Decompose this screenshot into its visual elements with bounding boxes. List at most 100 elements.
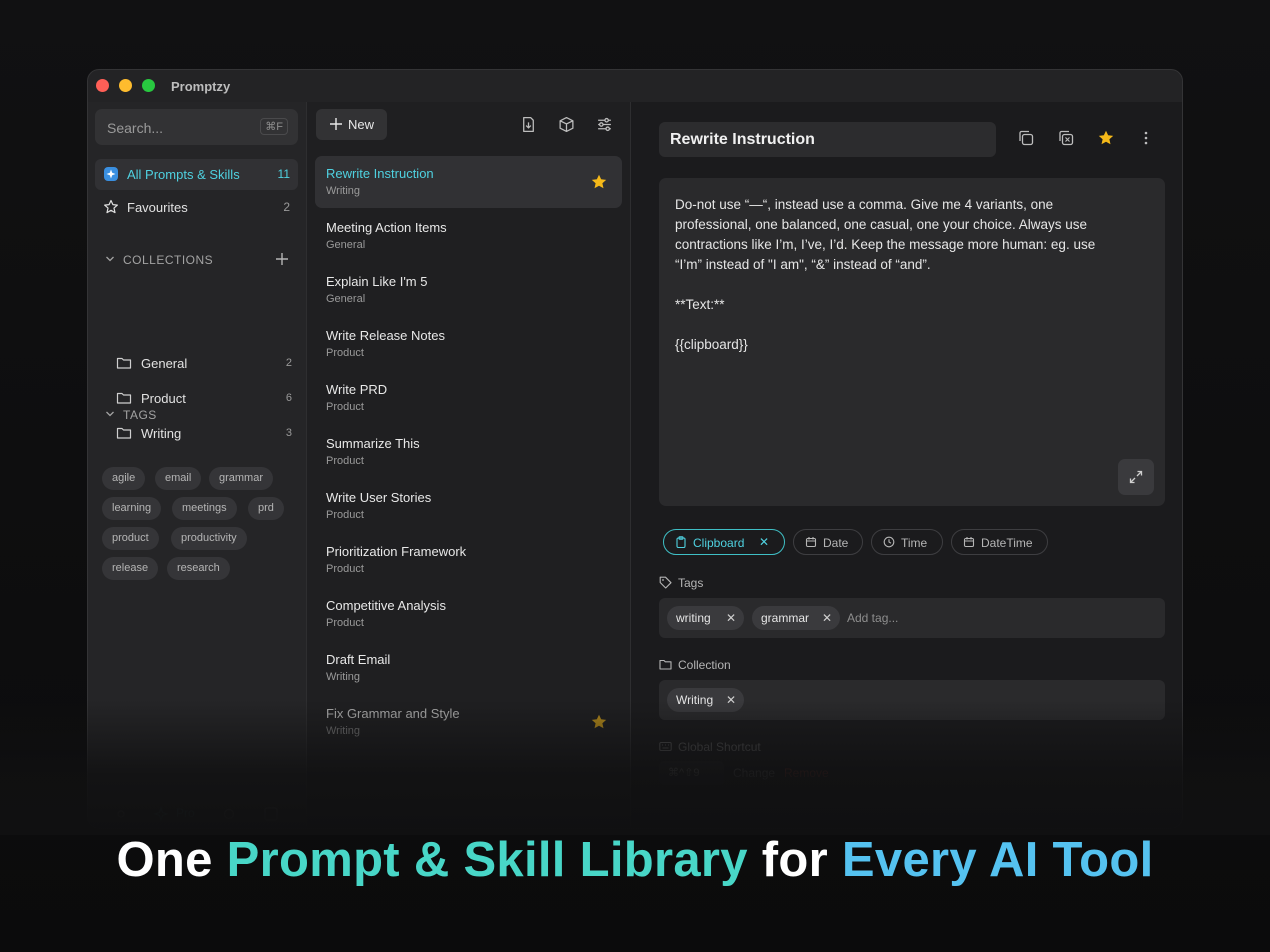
new-prompt-button[interactable]: New [316, 109, 387, 140]
prompt-collection: Product [326, 617, 364, 629]
prompt-title: Prioritization Framework [326, 544, 467, 559]
prompt-title: Competitive Analysis [326, 598, 446, 613]
prompt-list-item[interactable]: Meeting Action Items General [315, 210, 622, 262]
tag-chip[interactable]: meetings [172, 497, 237, 520]
collection-label: Writing [141, 426, 182, 441]
add-tag-placeholder[interactable]: Add tag... [847, 611, 898, 625]
prompt-title-input[interactable]: Rewrite Instruction [659, 122, 996, 157]
collection-label: Product [141, 391, 186, 406]
tag-chip[interactable]: product [102, 527, 159, 550]
remove-tag-icon[interactable]: ✕ [726, 606, 736, 630]
sidebar-toggle-icon[interactable] [263, 806, 279, 822]
prompt-body-line: **Text:** [675, 297, 725, 312]
collections-header[interactable]: COLLECTIONS [105, 252, 290, 270]
prompt-list-item[interactable]: Fix Grammar and Style Writing [315, 696, 622, 748]
expand-editor-button[interactable] [1118, 459, 1154, 495]
prompt-body-line: Do-not use “—“, instead use a comma. Giv… [675, 197, 1054, 212]
prompt-collection: General [326, 293, 366, 305]
tags-header[interactable]: TAGS [105, 407, 290, 425]
variable-chip-time[interactable]: Time [871, 529, 943, 555]
gear-icon[interactable] [221, 806, 237, 822]
zoom-window-button[interactable] [142, 79, 155, 92]
prompt-list-item[interactable]: Rewrite Instruction Writing [315, 156, 622, 208]
search-shortcut: ⌘F [260, 118, 288, 135]
new-button-label: New [348, 117, 375, 132]
prompt-title: Meeting Action Items [326, 220, 447, 235]
collection-input[interactable]: Writing ✕ [659, 680, 1165, 720]
copy-variables-icon[interactable] [1057, 129, 1075, 147]
search-input[interactable]: Search... ⌘F [95, 109, 298, 145]
copy-icon[interactable] [1017, 129, 1035, 147]
prompt-list-item[interactable]: Write PRD Product [315, 372, 622, 424]
collection-pill-label: Writing [676, 693, 714, 707]
tag-chip[interactable]: prd [248, 497, 284, 520]
tag-pill[interactable]: writing ✕ [667, 606, 744, 630]
collections-label: COLLECTIONS [123, 253, 214, 267]
prompt-title: Fix Grammar and Style [326, 706, 460, 721]
tag-icon [659, 576, 672, 589]
variable-chip-date[interactable]: Date [793, 529, 863, 555]
close-window-button[interactable] [96, 79, 109, 92]
prompt-collection: Writing [326, 725, 361, 737]
sidebar-item-favourites[interactable]: Favourites 2 [95, 192, 298, 223]
prompt-list-item[interactable]: Write User Stories Product [315, 480, 622, 532]
sidebar-item-label: All Prompts & Skills [127, 167, 240, 182]
pro-label[interactable]: Pro [176, 806, 195, 820]
prompt-collection: Product [326, 347, 364, 359]
prompt-list-item[interactable]: Summarize This Product [315, 426, 622, 478]
tag-chip[interactable]: research [167, 557, 230, 580]
tag-chip[interactable]: email [155, 467, 202, 490]
filter-sliders-icon[interactable] [596, 116, 613, 133]
pro-badge-icon[interactable] [153, 806, 169, 822]
remove-shortcut-link[interactable]: Remove [784, 766, 829, 780]
variable-chip-datetime[interactable]: DateTime [951, 529, 1048, 555]
prompt-list-item[interactable]: Write Release Notes Product [315, 318, 622, 370]
shortcut-field-label: Global Shortcut [659, 740, 859, 754]
tag-chip[interactable]: release [102, 557, 159, 580]
tag-chip[interactable]: agile [102, 467, 146, 490]
tag-pill[interactable]: grammar ✕ [752, 606, 840, 630]
sidebar-item-all-prompts[interactable]: All Prompts & Skills 11 [95, 159, 298, 190]
shortcut-value: ⌘^⇧9 [659, 761, 724, 785]
collection-pill[interactable]: Writing ✕ [667, 688, 744, 712]
prompt-list-item[interactable]: Competitive Analysis Product [315, 588, 622, 640]
tag-chip[interactable]: learning [102, 497, 162, 520]
package-icon[interactable] [558, 116, 575, 133]
sidebar-item-count: 2 [283, 200, 290, 214]
prompt-body-editor[interactable]: Do-not use “—“, instead use a comma. Giv… [659, 178, 1165, 506]
prompt-body-line: “I’m” instead of "I am", “&” instead of … [675, 257, 931, 272]
prompt-title: Write User Stories [326, 490, 432, 505]
prompt-collection: General [326, 239, 366, 251]
titlebar: Promptzy [88, 70, 1182, 102]
sidebar-item-label: Favourites [127, 200, 188, 215]
tags-input[interactable]: writing ✕ grammar ✕ Add tag... [659, 598, 1165, 638]
headline-part-2: Prompt & Skill Library [226, 833, 748, 887]
collection-field-label: Collection [659, 658, 859, 672]
chevron-down-icon [106, 411, 114, 417]
tag-chip[interactable]: grammar [209, 467, 274, 490]
prompt-list-item[interactable]: Explain Like I'm 5 General [315, 264, 622, 316]
theme-toggle-icon[interactable] [113, 806, 129, 822]
change-shortcut-link[interactable]: Change [733, 766, 775, 780]
remove-variable-icon[interactable]: ✕ [759, 535, 769, 549]
prompt-list-item[interactable]: Draft Email Writing [315, 642, 622, 694]
star-filled-icon[interactable] [590, 173, 608, 191]
variable-chip-clipboard[interactable]: Clipboard ✕ [663, 529, 785, 555]
add-collection-icon[interactable] [274, 251, 290, 267]
star-filled-icon[interactable] [590, 713, 608, 731]
minimize-window-button[interactable] [119, 79, 132, 92]
plus-icon [330, 118, 342, 130]
more-menu-icon[interactable] [1137, 129, 1155, 147]
prompt-list-item[interactable]: Prioritization Framework Product [315, 534, 622, 586]
collection-item-general[interactable]: General 2 [110, 350, 298, 378]
search-placeholder: Search... [107, 120, 164, 136]
favourite-star-icon[interactable] [1097, 129, 1115, 147]
folder-icon [116, 392, 132, 404]
tag-pill-label: grammar [761, 611, 810, 625]
tags-label: TAGS [123, 408, 157, 422]
remove-collection-icon[interactable]: ✕ [726, 688, 736, 712]
tag-chip[interactable]: productivity [171, 527, 247, 550]
import-icon[interactable] [520, 116, 537, 133]
folder-icon [116, 357, 132, 369]
remove-tag-icon[interactable]: ✕ [822, 606, 832, 630]
